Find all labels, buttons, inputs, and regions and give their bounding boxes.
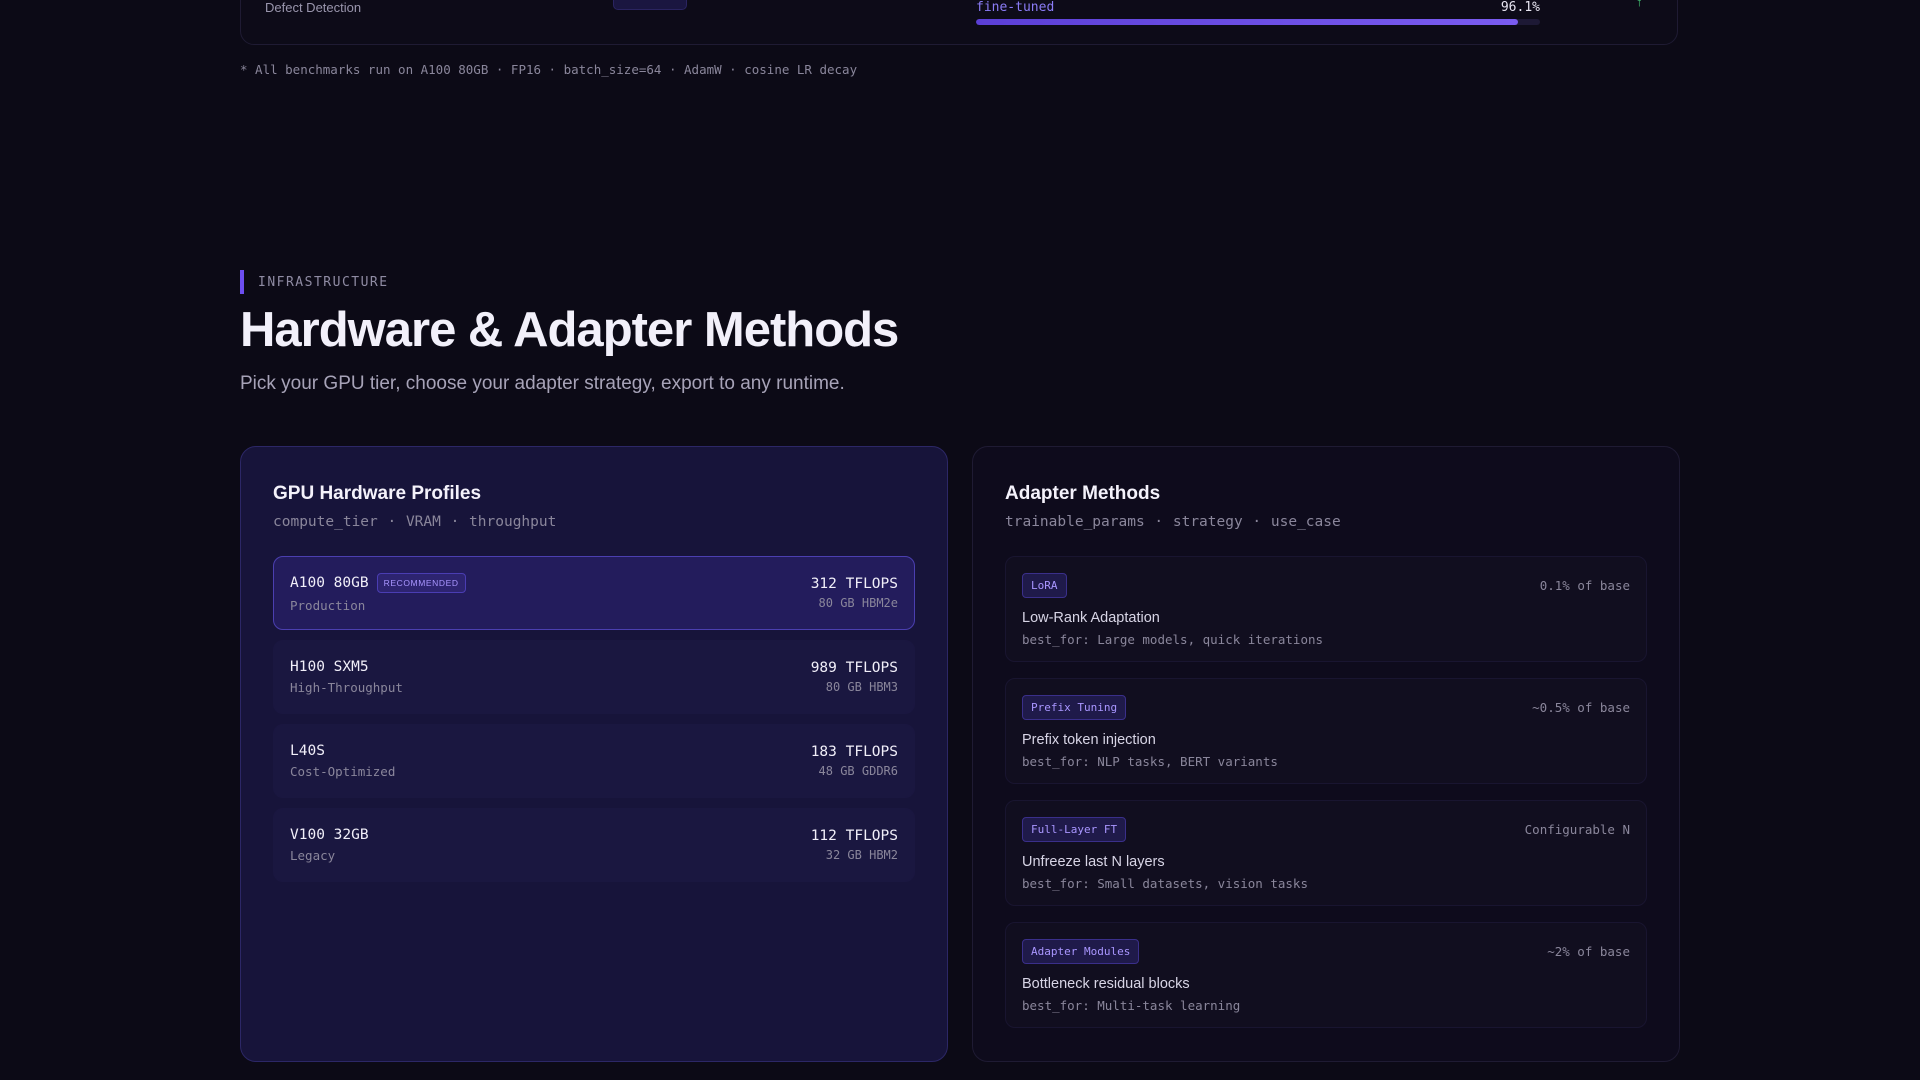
gpu-option-right: 112 TFLOPS 32 GB HBM2	[811, 828, 898, 862]
adapter-option-prefix-tuning[interactable]: Prefix Tuning ~0.5% of base Prefix token…	[1005, 678, 1647, 784]
gpu-memory: 80 GB HBM3	[825, 680, 898, 694]
adapter-description: Bottleneck residual blocks	[1022, 976, 1190, 992]
adapter-params: Configurable N	[1524, 822, 1630, 837]
benchmark-footnote: * All benchmarks run on A100 80GB · FP16…	[240, 62, 858, 77]
gpu-profiles-card: GPU Hardware Profiles compute_tier · VRA…	[240, 446, 948, 1062]
gpu-name: L40S	[290, 743, 325, 759]
adapter-option-full-layer-ft[interactable]: Full-Layer FT Configurable N Unfreeze la…	[1005, 800, 1647, 906]
adapter-top: Adapter Modules ~2% of base	[1022, 939, 1630, 964]
gpu-name-line: A100 80GB RECOMMENDED	[290, 573, 466, 593]
adapter-top: Full-Layer FT Configurable N	[1022, 817, 1630, 842]
benchmark-metric-value: 96.1%	[1500, 0, 1540, 15]
adapter-tag: Full-Layer FT	[1022, 817, 1127, 842]
gpu-option-left: L40S Cost-Optimized	[290, 743, 395, 779]
gpu-name: H100 SXM5	[290, 659, 369, 675]
benchmark-progress-bar	[976, 19, 1540, 25]
gpu-tier: Production	[290, 598, 366, 613]
gpu-name-line: L40S	[290, 743, 395, 759]
gpu-name: V100 32GB	[290, 827, 369, 843]
adapter-description: Prefix token injection	[1022, 732, 1156, 748]
trend-up-icon: ↑	[1636, 0, 1643, 9]
adapter-description: Unfreeze last N layers	[1022, 854, 1165, 870]
adapter-best-for: best_for: Large models, quick iterations	[1022, 632, 1324, 647]
gpu-name-line: H100 SXM5	[290, 659, 403, 675]
gpu-list: A100 80GB RECOMMENDED Production 312 TFL…	[273, 556, 915, 882]
gpu-name: A100 80GB	[290, 575, 369, 591]
adapter-card-title: Adapter Methods	[1005, 483, 1161, 504]
gpu-option-right: 183 TFLOPS 48 GB GDDR6	[811, 744, 898, 778]
adapter-params: ~0.5% of base	[1532, 700, 1630, 715]
gpu-memory: 48 GB GDDR6	[818, 764, 898, 778]
gpu-tier: Legacy	[290, 848, 336, 863]
adapter-option-lora[interactable]: LoRA 0.1% of base Low-Rank Adaptation be…	[1005, 556, 1647, 662]
gpu-memory: 32 GB HBM2	[825, 848, 898, 862]
gpu-tflops: 183 TFLOPS	[810, 744, 898, 760]
gpu-card-subtitle: compute_tier · VRAM · throughput	[273, 514, 557, 530]
gpu-option-left: H100 SXM5 High-Throughput	[290, 659, 403, 695]
benchmark-progress-fill	[976, 19, 1518, 25]
adapter-best-for: best_for: Small datasets, vision tasks	[1022, 876, 1308, 891]
adapter-tag: Adapter Modules	[1022, 939, 1140, 964]
gpu-option-right: 989 TFLOPS 80 GB HBM3	[811, 660, 898, 694]
gpu-tflops: 112 TFLOPS	[810, 828, 898, 844]
adapter-option-adapter-modules[interactable]: Adapter Modules ~2% of base Bottleneck r…	[1005, 922, 1647, 1028]
section-title: Hardware & Adapter Methods	[240, 303, 899, 357]
gpu-option-h100[interactable]: H100 SXM5 High-Throughput 989 TFLOPS 80 …	[273, 640, 915, 714]
adapter-best-for: best_for: Multi-task learning	[1022, 998, 1241, 1013]
gpu-option-left: V100 32GB Legacy	[290, 827, 369, 863]
gpu-option-a100[interactable]: A100 80GB RECOMMENDED Production 312 TFL…	[273, 556, 915, 630]
benchmark-metric-label: fine-tuned	[976, 0, 1055, 15]
gpu-option-right: 312 TFLOPS 80 GB HBM2e	[811, 576, 898, 610]
section-subtitle: Pick your GPU tier, choose your adapter …	[240, 373, 845, 394]
benchmark-row-label: Defect Detection	[265, 0, 362, 15]
adapter-tag: Prefix Tuning	[1022, 695, 1127, 720]
section-eyebrow: INFRASTRUCTURE	[240, 270, 389, 294]
gpu-tier: High-Throughput	[290, 680, 403, 695]
gpu-option-left: A100 80GB RECOMMENDED Production	[290, 573, 466, 613]
gpu-tier: Cost-Optimized	[290, 764, 396, 779]
benchmark-row-pill	[613, 0, 687, 10]
adapter-params: ~2% of base	[1547, 944, 1630, 959]
gpu-tflops: 989 TFLOPS	[810, 660, 898, 676]
adapter-card-subtitle: trainable_params · strategy · use_case	[1005, 514, 1341, 530]
recommended-badge: RECOMMENDED	[376, 573, 466, 593]
adapter-top: LoRA 0.1% of base	[1022, 573, 1630, 598]
gpu-memory: 80 GB HBM2e	[818, 596, 898, 610]
adapter-list: LoRA 0.1% of base Low-Rank Adaptation be…	[1005, 556, 1647, 1028]
adapter-tag: LoRA	[1022, 573, 1067, 598]
adapter-methods-card: Adapter Methods trainable_params · strat…	[972, 446, 1680, 1062]
gpu-option-v100[interactable]: V100 32GB Legacy 112 TFLOPS 32 GB HBM2	[273, 808, 915, 882]
gpu-name-line: V100 32GB	[290, 827, 369, 843]
adapter-top: Prefix Tuning ~0.5% of base	[1022, 695, 1630, 720]
adapter-description: Low-Rank Adaptation	[1022, 610, 1160, 626]
adapter-params: 0.1% of base	[1539, 578, 1630, 593]
gpu-tflops: 312 TFLOPS	[810, 576, 898, 592]
gpu-card-title: GPU Hardware Profiles	[273, 483, 482, 504]
adapter-best-for: best_for: NLP tasks, BERT variants	[1022, 754, 1278, 769]
gpu-option-l40s[interactable]: L40S Cost-Optimized 183 TFLOPS 48 GB GDD…	[273, 724, 915, 798]
